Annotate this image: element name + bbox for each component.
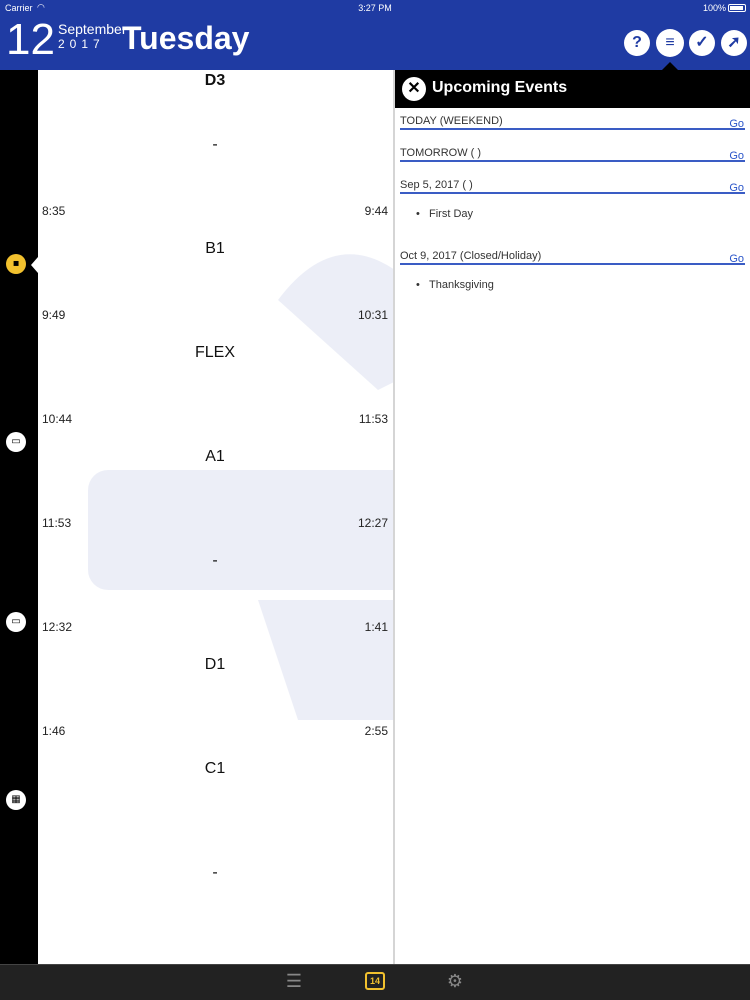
- help-icon[interactable]: ?: [624, 30, 650, 56]
- day-number: 12: [6, 15, 55, 64]
- weekday-label: Tuesday: [122, 20, 250, 56]
- period-name: B1: [205, 240, 225, 257]
- period-name: A1: [205, 448, 225, 465]
- app-header: Carrier ◠ 3:27 PM 100% 12 September 2017…: [0, 0, 750, 70]
- list-icon[interactable]: ≡: [657, 30, 683, 56]
- event-heading: TODAY (WEEKEND): [400, 115, 503, 127]
- period-name: -: [212, 136, 218, 153]
- schedule-list: D3 - 8:35 9:44 B1 9:49 10:31 FLEX 10:44 …: [38, 70, 394, 964]
- period-name: FLEX: [194, 344, 235, 361]
- rail-selection-pointer: [31, 257, 38, 273]
- period-end-time: 12:27: [357, 516, 388, 530]
- battery-icon: [728, 4, 746, 12]
- period-end-time: 11:53: [358, 412, 388, 426]
- event-underline: [400, 192, 745, 194]
- menu-icon[interactable]: ☰: [282, 969, 306, 993]
- event-underline: [400, 160, 745, 162]
- calendar-badge: 14: [365, 972, 385, 990]
- close-icon[interactable]: ✕: [402, 77, 426, 101]
- event-heading: TOMORROW ( ): [400, 147, 482, 159]
- period-name: -: [212, 552, 218, 569]
- event-entry: First Day: [416, 208, 473, 220]
- period-name: D3: [204, 72, 226, 89]
- period-start-time: 11:53: [42, 516, 72, 530]
- gear-icon[interactable]: ⚙: [443, 969, 467, 993]
- events-title: Upcoming Events: [432, 79, 568, 96]
- month-label: September: [58, 21, 127, 37]
- year-label: 2017: [58, 37, 105, 51]
- event-underline: [400, 263, 745, 265]
- period-icon[interactable]: ▭: [6, 432, 26, 452]
- event-entry: Thanksgiving: [416, 279, 494, 291]
- calendar-icon[interactable]: 14: [363, 969, 387, 993]
- period-end-time: 9:44: [364, 204, 388, 218]
- left-rail: ▪ ▭ ▭ ▦: [0, 70, 38, 964]
- period-start-time: 1:46: [42, 724, 66, 738]
- period-start-time: 9:49: [42, 308, 66, 322]
- period-end-time: 10:31: [357, 308, 388, 322]
- period-start-time: 10:44: [42, 412, 73, 426]
- period-end-time: 2:55: [364, 724, 388, 738]
- check-icon[interactable]: ✓: [689, 30, 715, 56]
- calendar-grid-icon[interactable]: ▦: [6, 790, 26, 810]
- period-start-time: 8:35: [42, 204, 66, 218]
- period-icon[interactable]: ▭: [6, 612, 26, 632]
- event-underline: [400, 128, 745, 130]
- event-heading: Oct 9, 2017 (Closed/Holiday): [400, 250, 542, 262]
- active-indicator: [662, 62, 678, 70]
- bottom-tab-bar: ☰ 14 ⚙: [0, 964, 750, 1000]
- compass-icon[interactable]: ➚: [721, 30, 747, 56]
- period-name: C1: [204, 760, 226, 777]
- period-name: D1: [204, 656, 226, 673]
- events-panel-header: ✕ Upcoming Events: [395, 70, 750, 108]
- period-end-time: 1:41: [364, 620, 388, 634]
- event-heading: Sep 5, 2017 ( ): [400, 179, 473, 191]
- status-time: 3:27 PM: [358, 3, 392, 13]
- square-icon[interactable]: ▪: [6, 254, 26, 274]
- events-list: TODAY (WEEKEND) Go TOMORROW ( ) Go Sep 5…: [395, 108, 750, 964]
- period-name: -: [212, 864, 218, 881]
- period-start-time: 12:32: [42, 620, 73, 634]
- battery-percent: 100%: [702, 3, 726, 13]
- status-bar: Carrier ◠ 3:27 PM 100%: [0, 0, 750, 16]
